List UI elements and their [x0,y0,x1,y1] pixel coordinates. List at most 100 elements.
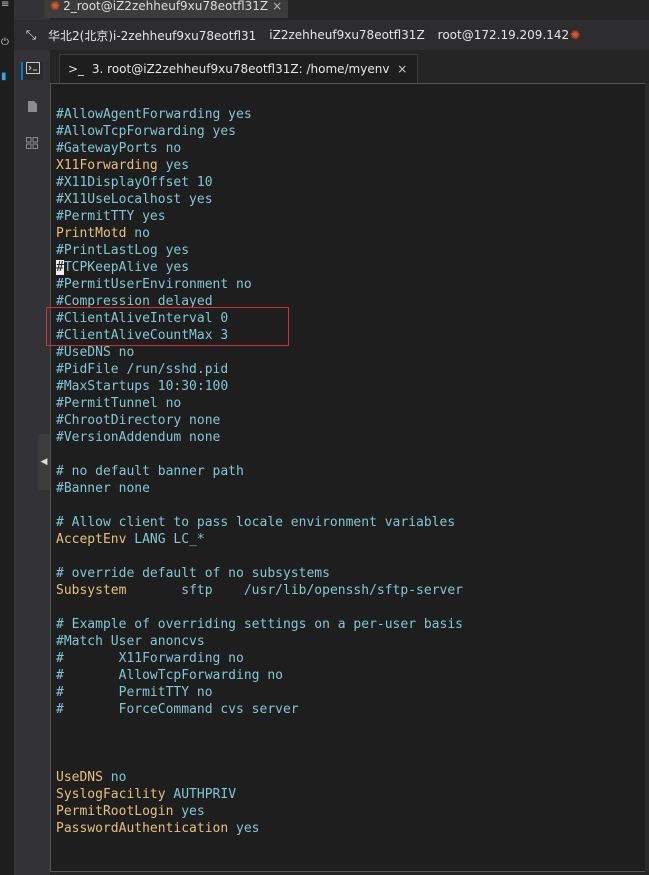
terminal-line: # PermitTTY no [56,684,463,701]
terminal-line: #PrintLastLog yes [56,242,463,259]
terminal-text: #PrintLastLog yes [56,243,190,258]
terminal-text: SyslogFacility [56,787,166,802]
terminal-text: PermitRootLogin [56,804,174,819]
terminal-text: yes [157,158,190,173]
scrollbar[interactable] [645,83,649,872]
terminal-text: TCPKeepAlive yes [63,260,190,275]
terminal-text: # AllowTcpForwarding no [56,668,283,683]
terminal-text: #PermitTTY yes [56,209,166,224]
terminal-text: # no default banner path [56,464,244,479]
terminal-text: X11Forwarding [56,158,158,173]
terminal-line: # ForceCommand cvs server [56,701,463,718]
terminal-text: yes [228,821,260,836]
terminal-text: #AllowTcpForwarding yes [56,124,237,139]
terminal-text: #PidFile /run/sshd.pid [56,362,229,377]
terminal-text: #ClientAliveInterval 0 [56,311,229,326]
session-tab[interactable]: ✺ 2_root@iZ2zehheuf9xu78eotfl31Z × [44,0,289,18]
terminal-line: #ChrootDirectory none [56,412,463,429]
ubuntu-icon: ✺ [50,0,61,13]
terminal-line: Subsystem sftp /usr/lib/openssh/sftp-ser… [56,582,463,599]
panel-icon[interactable]: ▮ [1,72,7,82]
terminal-line: #VersionAddendum none [56,429,463,446]
terminal-line: PrintMotd no [56,225,463,242]
terminal-text: # Allow client to pass locale environmen… [56,515,456,530]
terminal-line: PasswordAuthentication yes [56,820,463,837]
terminal-text: AcceptEnv [56,532,127,547]
terminal-text: LANG LC_* [126,532,205,547]
terminal-text: #VersionAddendum none [56,430,221,445]
terminal-line: #Match User anoncvs [56,633,463,650]
terminal-line: #TCPKeepAlive yes [56,259,463,276]
terminal-line: #ClientAliveCountMax 3 [56,327,463,344]
terminal-line: #PermitUserEnvironment no [56,276,463,293]
terminal-text: #UseDNS no [56,345,135,360]
terminal-text: #GatewayPorts no [56,141,182,156]
terminal-text: # Example of overriding settings on a pe… [56,617,463,632]
terminal-prompt-icon: >_ [68,62,85,76]
terminal-line: # X11Forwarding no [56,650,463,667]
terminal-line: #ClientAliveInterval 0 [56,310,463,327]
terminal-text: #Compression delayed [56,294,213,309]
terminal-text: UseDNS [56,770,103,785]
session-tab-label: 2_root@iZ2zehheuf9xu78eotfl31Z [63,0,269,13]
terminal-output[interactable]: #AllowAgentForwarding yes #AllowTcpForwar… [50,83,647,872]
expand-icon[interactable]: ⤡ [14,28,48,43]
terminal-text: # X11Forwarding no [56,651,244,666]
terminal-line: # override default of no subsystems [56,565,463,582]
terminal-line: #PermitTunnel no [56,395,463,412]
terminal-text: no [126,226,150,241]
terminal-line: #UseDNS no [56,344,463,361]
terminal-text: Subsystem [56,583,127,598]
terminal-icon[interactable] [21,62,43,80]
terminal-text: #PermitUserEnvironment no [56,277,252,292]
terminal-text: # ForceCommand cvs server [56,702,299,717]
terminal-tab-label: 3. root@iZ2zehheuf9xu78eotfl31Z: /home/m… [91,62,390,76]
terminal-line: #Banner none [56,480,463,497]
ubuntu-icon: ✺ [570,28,581,42]
collapse-sidebar-handle[interactable]: ◀ [38,434,50,490]
terminal-line: # Example of overriding settings on a pe… [56,616,463,633]
power-icon[interactable]: ⏻ [1,38,9,48]
terminal-text: #ClientAliveCountMax 3 [56,328,229,343]
menu-icon[interactable]: ≡ [1,0,9,10]
region-label: 华北2(北京)i-2zehheuf9xu78eotfl31 [48,28,257,43]
grid-icon[interactable] [23,137,41,155]
terminal-text: #X11UseLocalhost yes [56,192,213,207]
terminal-text: #MaxStartups 10:30:100 [56,379,229,394]
terminal-text: #X11DisplayOffset 10 [56,175,213,190]
terminal-text: #Match User anoncvs [56,634,205,649]
terminal-line: UseDNS no [56,769,463,786]
close-icon[interactable]: × [272,0,282,12]
text-cursor: # [56,260,64,275]
config-text: #AllowAgentForwarding yes #AllowTcpForwar… [56,106,463,837]
file-icon[interactable] [23,100,41,118]
terminal-text: #ChrootDirectory none [56,413,221,428]
terminal-text: AUTHPRIV [165,787,237,802]
terminal-line: #MaxStartups 10:30:100 [56,378,463,395]
user-host-label: root@172.19.209.142 [437,28,570,42]
terminal-text: #AllowAgentForwarding yes [56,107,252,122]
terminal-text: # PermitTTY no [56,685,213,700]
terminal-text: # override default of no subsystems [56,566,330,581]
terminal-line: #PidFile /run/sshd.pid [56,361,463,378]
terminal-line: #GatewayPorts no [56,140,463,157]
terminal-line: #X11UseLocalhost yes [56,191,463,208]
terminal-line: #PermitTTY yes [56,208,463,225]
terminal-text: PasswordAuthentication [56,821,229,836]
terminal-text: PrintMotd [56,226,127,241]
terminal-line: SyslogFacility AUTHPRIV [56,786,463,803]
terminal-text: sftp /usr/lib/openssh/sftp-server [126,583,463,598]
terminal-tab[interactable]: >_ 3. root@iZ2zehheuf9xu78eotfl31Z: /hom… [59,54,419,83]
terminal-line: #X11DisplayOffset 10 [56,174,463,191]
terminal-line: # no default banner path [56,463,463,480]
left-edge-strip: ≡ ⏻ ▮ [0,0,15,875]
terminal-line: PermitRootLogin yes [56,803,463,820]
terminal-line: #AllowAgentForwarding yes [56,106,463,123]
close-icon[interactable]: × [397,62,407,76]
